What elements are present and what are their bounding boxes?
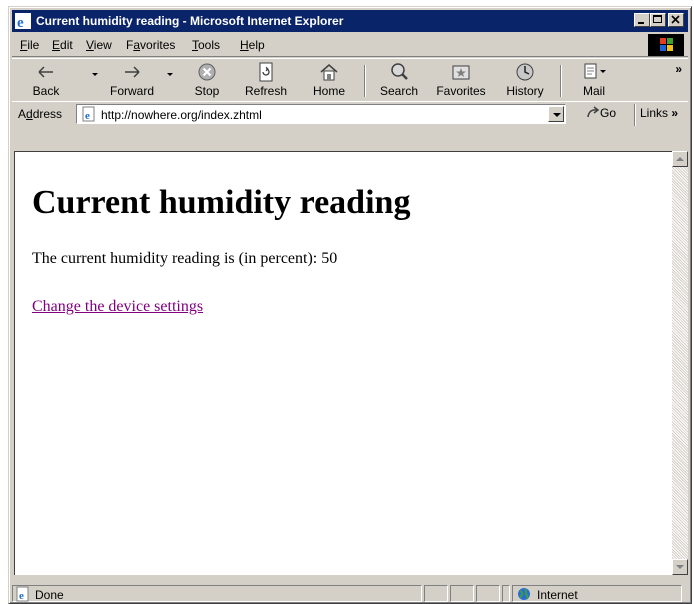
- address-label-rest: dress: [32, 107, 63, 121]
- menu-tools-label: ools: [198, 38, 221, 52]
- refresh-label: Refresh: [244, 84, 288, 98]
- forward-label: Forward: [109, 84, 154, 98]
- links-separator: [634, 104, 636, 126]
- address-url: http://nowhere.org/index.zhtml: [101, 108, 262, 122]
- window-title: Current humidity reading - Microsoft Int…: [36, 14, 344, 28]
- history-label: History: [506, 84, 544, 98]
- back-dropdown-icon[interactable]: [92, 73, 98, 76]
- globe-icon: [518, 588, 530, 600]
- page-content: Current humidity reading The current hum…: [14, 151, 680, 575]
- stop-label: Stop: [194, 84, 220, 98]
- scroll-up-arrow-icon: [676, 157, 684, 161]
- address-label: Address: [18, 107, 62, 121]
- links-chevron-icon: »: [671, 106, 679, 120]
- windows-logo-icon: [648, 34, 684, 56]
- favorites-button[interactable]: Favorites: [432, 61, 490, 99]
- scroll-down-arrow-icon: [676, 565, 684, 569]
- home-icon: [320, 64, 338, 81]
- menu-view-label: iew: [93, 38, 112, 52]
- address-dropdown-button[interactable]: [548, 106, 564, 122]
- svg-text:e: e: [85, 110, 90, 122]
- status-zone-pane: Internet: [512, 585, 682, 602]
- home-button[interactable]: Home: [308, 61, 350, 99]
- refresh-icon: [259, 62, 273, 82]
- status-pane: [476, 585, 500, 602]
- back-label: Back: [32, 84, 60, 98]
- history-icon: [516, 63, 534, 81]
- mail-icon: [584, 63, 606, 79]
- back-button[interactable]: Back: [26, 61, 66, 99]
- menu-edit-label: dit: [60, 38, 73, 52]
- toolbar-overflow-chevron-icon[interactable]: »: [675, 62, 682, 76]
- svg-text:e: e: [19, 590, 24, 602]
- menu-help-accel: H: [240, 38, 249, 52]
- scroll-down-button[interactable]: [672, 559, 688, 575]
- search-button[interactable]: Search: [376, 61, 422, 99]
- maximize-button[interactable]: [650, 13, 666, 27]
- minimize-button[interactable]: [634, 13, 650, 27]
- menu-file-label: ile: [27, 38, 40, 52]
- menu-tools[interactable]: Tools: [192, 38, 220, 52]
- status-pane: [502, 585, 510, 602]
- go-button[interactable]: Go: [586, 106, 616, 120]
- stop-icon: [198, 63, 216, 81]
- page-heading: Current humidity reading: [32, 184, 411, 221]
- menu-file[interactable]: File: [20, 38, 39, 52]
- menu-edit[interactable]: Edit: [52, 38, 73, 52]
- toolbar-separator: [560, 65, 562, 97]
- close-button[interactable]: [668, 13, 684, 27]
- humidity-text: The current humidity reading is (in perc…: [32, 250, 338, 267]
- forward-arrow-icon: [125, 66, 140, 78]
- status-pane: [424, 585, 448, 602]
- go-label: Go: [600, 106, 617, 120]
- address-label-accel: d: [26, 107, 33, 121]
- status-pane-main: e Done: [12, 585, 422, 602]
- ie-logo-icon: e: [15, 13, 31, 31]
- links-button[interactable]: Links »: [640, 106, 678, 120]
- favorites-icon: [452, 65, 470, 80]
- title-bar[interactable]: e Current humidity reading - Microsoft I…: [12, 10, 688, 32]
- mail-button[interactable]: Mail: [574, 61, 614, 99]
- stop-button[interactable]: Stop: [188, 61, 226, 99]
- status-text: Done: [35, 588, 64, 602]
- forward-button[interactable]: Forward: [106, 61, 158, 99]
- favorites-label: Favorites: [436, 84, 486, 98]
- svg-text:e: e: [17, 15, 24, 29]
- history-button[interactable]: History: [500, 61, 550, 99]
- done-page-icon: e: [16, 586, 29, 602]
- page-icon: e: [82, 106, 95, 122]
- refresh-button[interactable]: Refresh: [240, 61, 292, 99]
- menu-edit-accel: E: [52, 38, 61, 52]
- browser-window: e Current humidity reading - Microsoft I…: [8, 6, 692, 604]
- address-input[interactable]: e http://nowhere.org/index.zhtml: [76, 104, 566, 124]
- menu-favorites-label: vorites: [140, 38, 176, 52]
- mail-label: Mail: [582, 84, 605, 98]
- search-icon: [391, 63, 408, 80]
- home-label: Home: [312, 84, 345, 98]
- vertical-scrollbar[interactable]: [672, 151, 688, 575]
- back-arrow-icon: [38, 66, 53, 78]
- go-arrow-icon: [587, 106, 600, 118]
- menu-favorites[interactable]: Favorites: [126, 38, 175, 52]
- menu-help[interactable]: Help: [240, 38, 265, 52]
- standard-toolbar: Back Forward Stop Refresh Home Search Fa…: [12, 58, 688, 102]
- menu-bar: File Edit View Favorites Tools Help: [12, 34, 688, 57]
- address-bar: Address e http://nowhere.org/index.zhtml…: [12, 101, 688, 128]
- address-label-pre: A: [18, 107, 27, 121]
- search-label: Search: [379, 84, 419, 98]
- status-zone-text: Internet: [537, 588, 578, 602]
- status-pane: [450, 585, 474, 602]
- toolbar-separator: [364, 65, 366, 97]
- status-bar: e Done Internet: [12, 584, 688, 602]
- menu-view-accel: V: [86, 38, 94, 52]
- menu-view[interactable]: View: [86, 38, 112, 52]
- scroll-up-button[interactable]: [672, 151, 688, 167]
- links-label: Links: [640, 106, 669, 120]
- forward-dropdown-icon[interactable]: [167, 73, 173, 76]
- change-settings-link[interactable]: Change the device settings: [32, 298, 203, 316]
- menu-help-label: elp: [248, 38, 265, 52]
